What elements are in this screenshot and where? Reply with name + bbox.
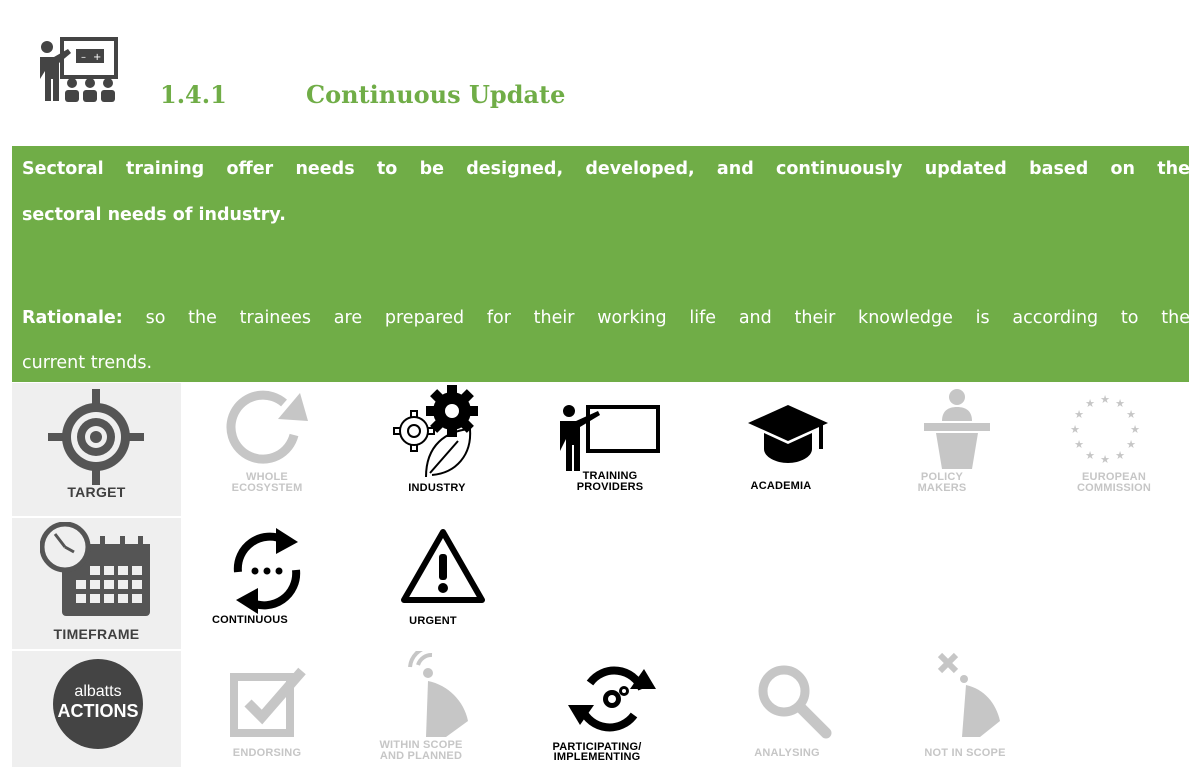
- calendar-clock-icon: [40, 522, 150, 616]
- svg-text:★: ★: [1126, 408, 1136, 421]
- svg-text:★: ★: [1100, 393, 1110, 406]
- cycle-icon: [226, 390, 308, 464]
- actions-label-cell: albatts ACTIONS: [12, 651, 181, 767]
- section-title: Continuous Update: [306, 80, 566, 109]
- action-item-label: AND PLANNED: [379, 750, 463, 762]
- svg-text:★: ★: [1130, 423, 1140, 436]
- statement-line-2: sectoral needs of industry.: [22, 205, 286, 225]
- section-heading: 1.4.1 Continuous Update: [160, 80, 565, 109]
- target-label-cell: TARGET: [12, 383, 181, 516]
- target-training-providers: TRAINING PROVIDERS: [544, 383, 694, 507]
- target-european-commission: ★ ★ ★ ★ ★ ★ ★ ★ ★ ★ ★ ★ EUROPEAN COMMISSION: [1039, 383, 1189, 507]
- svg-text:★: ★: [1115, 449, 1125, 462]
- albatts-actions-logo: albatts ACTIONS: [53, 659, 143, 749]
- svg-text:★: ★: [1074, 408, 1084, 421]
- svg-text:–: –: [81, 52, 86, 63]
- svg-text:★: ★: [1115, 397, 1125, 410]
- teacher-board-icon: [560, 405, 660, 471]
- target-item-label: ACADEMIA: [750, 480, 812, 492]
- target-item-label: COMMISSION: [1076, 482, 1152, 494]
- target-icon: [48, 389, 144, 485]
- target-item-label: MAKERS: [917, 482, 967, 494]
- rationale-text: so the trainees are prepared for their w…: [122, 308, 1190, 328]
- logo-bottom-text: ACTIONS: [57, 701, 139, 721]
- eu-stars-icon: ★ ★★ ★★★ ★★★ ★★★: [1070, 393, 1140, 466]
- svg-text:+: +: [93, 52, 101, 63]
- timeframe-label: TIMEFRAME: [53, 626, 140, 642]
- svg-text:★: ★: [1085, 397, 1095, 410]
- classification-grid: TARGET WHOLE ECOSYSTEM INDUSTRY TRAINING…: [12, 383, 1189, 767]
- rationale-label: Rationale:: [22, 308, 123, 328]
- action-not-in-scope: NOT IN SCOPE: [894, 651, 1044, 775]
- target-policy-makers: POLICY MAKERS: [894, 383, 1044, 507]
- action-endorsing: ENDORSING: [192, 651, 342, 775]
- svg-text:★: ★: [1074, 438, 1084, 451]
- target-whole-ecosystem: WHOLE ECOSYSTEM: [192, 383, 342, 507]
- checkbox-icon: [230, 667, 306, 737]
- statement-box: Sectoral training offer needs to be desi…: [12, 146, 1190, 382]
- section-number: 1.4.1: [160, 80, 227, 109]
- action-item-label: IMPLEMENTING: [553, 751, 641, 763]
- target-label: TARGET: [67, 484, 126, 500]
- svg-text:★: ★: [1126, 438, 1136, 451]
- svg-text:★: ★: [1070, 423, 1080, 436]
- target-industry: INDUSTRY: [362, 383, 512, 507]
- timeframe-urgent: URGENT: [362, 518, 512, 642]
- timeframe-label-cell: TIMEFRAME: [12, 518, 181, 649]
- timeframe-continuous: CONTINUOUS: [192, 518, 342, 642]
- logo-top-text: albatts: [74, 683, 122, 700]
- action-item-label: NOT IN SCOPE: [924, 747, 1006, 759]
- gear-cycle-icon: [568, 666, 656, 732]
- warning-icon: [401, 529, 485, 603]
- timeframe-item-label: URGENT: [409, 615, 457, 627]
- magnifier-icon: [758, 665, 832, 739]
- action-participating: PARTICIPATING/ IMPLEMENTING: [544, 651, 694, 775]
- action-item-label: ANALYSING: [754, 747, 820, 759]
- timeframe-item-label: CONTINUOUS: [212, 614, 288, 626]
- row-divider: [12, 516, 1189, 518]
- rationale-line-1: Rationale: so the trainees are prepared …: [22, 308, 1190, 328]
- podium-icon: [924, 389, 990, 469]
- target-academia: ACADEMIA: [714, 383, 864, 507]
- svg-text:★: ★: [1085, 449, 1095, 462]
- action-item-label: ENDORSING: [232, 747, 302, 759]
- target-item-label: INDUSTRY: [408, 482, 466, 494]
- gears-leaf-icon: [393, 385, 478, 478]
- statement-line-1: Sectoral training offer needs to be desi…: [22, 159, 1190, 179]
- dish-cross-icon: [937, 652, 1000, 737]
- target-item-label: PROVIDERS: [576, 481, 644, 493]
- action-analysing: ANALYSING: [714, 651, 864, 775]
- satellite-dish-icon: [408, 651, 468, 737]
- svg-text:★: ★: [1100, 453, 1110, 466]
- classroom-presenter-icon: – +: [40, 37, 118, 102]
- action-within-scope: WITHIN SCOPE AND PLANNED: [362, 651, 512, 775]
- rationale-line-2: current trends.: [22, 353, 153, 373]
- graduation-cap-icon: [748, 405, 828, 463]
- target-item-label: ECOSYSTEM: [231, 482, 303, 494]
- refresh-dots-icon: [233, 528, 301, 614]
